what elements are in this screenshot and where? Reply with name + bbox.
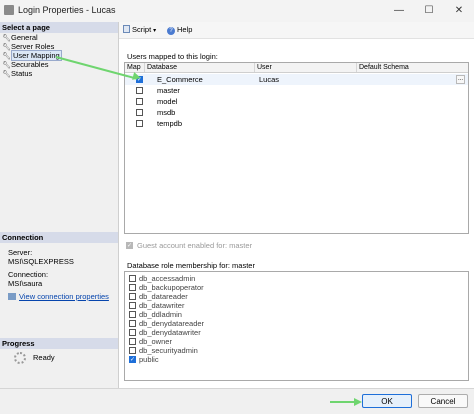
column-header-database[interactable]: Database: [145, 63, 255, 72]
list-item[interactable]: db_ddladmin: [129, 310, 182, 319]
role-membership-list: db_accessadmin db_backupoperator db_data…: [124, 271, 469, 381]
page-item-user-mapping[interactable]: 🔧︎ User Mapping: [2, 50, 62, 61]
users-mapped-label: Users mapped to this login:: [127, 52, 218, 61]
role-checkbox[interactable]: [129, 347, 136, 354]
column-header-default-schema[interactable]: Default Schema: [357, 63, 468, 72]
wrench-icon: 🔧︎: [2, 71, 11, 78]
guest-account-checkbox: [126, 242, 133, 249]
list-item[interactable]: db_securityadmin: [129, 346, 198, 355]
close-button[interactable]: ✕: [444, 0, 474, 22]
page-item-general[interactable]: 🔧︎General: [2, 33, 38, 42]
list-item[interactable]: db_backupoperator: [129, 283, 204, 292]
map-checkbox[interactable]: [136, 120, 143, 127]
role-membership-label: Database role membership for: master: [127, 261, 255, 270]
role-checkbox[interactable]: [129, 320, 136, 327]
column-header-user[interactable]: User: [255, 63, 357, 72]
list-item[interactable]: db_owner: [129, 337, 172, 346]
cancel-button[interactable]: Cancel: [418, 394, 468, 408]
role-checkbox[interactable]: [129, 275, 136, 282]
progress-status: Ready: [33, 353, 55, 362]
list-item[interactable]: db_accessadmin: [129, 274, 195, 283]
chevron-down-icon: ▾: [153, 28, 157, 34]
list-item[interactable]: public: [129, 355, 159, 365]
table-row[interactable]: master: [125, 85, 468, 96]
map-checkbox[interactable]: [136, 109, 143, 116]
minimize-button[interactable]: —: [384, 0, 414, 22]
view-connection-properties[interactable]: View connection properties: [8, 292, 109, 301]
role-checkbox[interactable]: [129, 356, 136, 365]
database-cell: msdb: [157, 108, 176, 117]
map-checkbox[interactable]: [136, 98, 143, 105]
page-item-securables[interactable]: 🔧︎Securables: [2, 60, 49, 69]
select-page-header: Select a page: [0, 22, 118, 33]
table-row[interactable]: E_Commerce Lucas ...: [125, 74, 468, 85]
database-cell: E_Commerce: [157, 75, 203, 84]
button-bar: OK Cancel: [0, 388, 474, 414]
list-item[interactable]: db_denydatareader: [129, 319, 204, 328]
map-checkbox[interactable]: [136, 87, 143, 94]
server-label: Server:: [8, 248, 33, 257]
role-checkbox[interactable]: [129, 329, 136, 336]
left-panel: Select a page 🔧︎General 🔧︎Server Roles 🔧…: [0, 22, 119, 413]
role-checkbox[interactable]: [129, 293, 136, 300]
list-item[interactable]: db_datawriter: [129, 301, 184, 310]
page-item-status[interactable]: 🔧︎Status: [2, 69, 32, 78]
maximize-button[interactable]: ☐: [414, 0, 444, 22]
grid-header: Map Database User Default Schema: [125, 63, 468, 73]
connection-label: Connection:: [8, 270, 49, 279]
users-mapped-grid: Map Database User Default Schema E_Comme…: [124, 62, 469, 234]
guest-account-label: Guest account enabled for: master: [137, 241, 253, 250]
script-icon: [123, 25, 130, 33]
connection-value: MSI\saura: [8, 279, 43, 288]
ok-button[interactable]: OK: [362, 394, 412, 408]
role-checkbox[interactable]: [129, 311, 136, 318]
annotation-arrowhead: [354, 398, 362, 406]
server-value: MSI\SQLEXPRESS: [8, 257, 74, 266]
app-icon: [4, 5, 14, 15]
toolbar: Script ▾ ? Help: [119, 22, 474, 39]
script-button[interactable]: Script ▾: [123, 25, 156, 35]
list-item[interactable]: db_datareader: [129, 292, 188, 301]
list-item[interactable]: db_denydatawriter: [129, 328, 201, 337]
progress-header: Progress: [0, 338, 118, 349]
column-header-map[interactable]: Map: [125, 63, 145, 72]
database-cell: master: [157, 86, 180, 95]
user-cell[interactable]: Lucas: [259, 75, 279, 84]
database-cell: model: [157, 97, 178, 106]
table-row[interactable]: tempdb: [125, 118, 468, 129]
database-cell: tempdb: [157, 119, 183, 128]
help-icon: ?: [167, 27, 175, 35]
role-checkbox[interactable]: [129, 284, 136, 291]
table-row[interactable]: model: [125, 96, 468, 107]
role-checkbox[interactable]: [129, 302, 136, 309]
window-title: Login Properties - Lucas: [18, 5, 116, 15]
table-row[interactable]: msdb: [125, 107, 468, 118]
connection-properties-icon: [8, 293, 16, 300]
help-button[interactable]: ? Help: [167, 25, 192, 35]
title-bar: Login Properties - Lucas — ☐ ✕: [0, 0, 474, 23]
connection-header: Connection: [0, 232, 118, 243]
role-checkbox[interactable]: [129, 338, 136, 345]
schema-browse-button[interactable]: ...: [456, 75, 465, 84]
progress-spinner-icon: [14, 352, 26, 364]
